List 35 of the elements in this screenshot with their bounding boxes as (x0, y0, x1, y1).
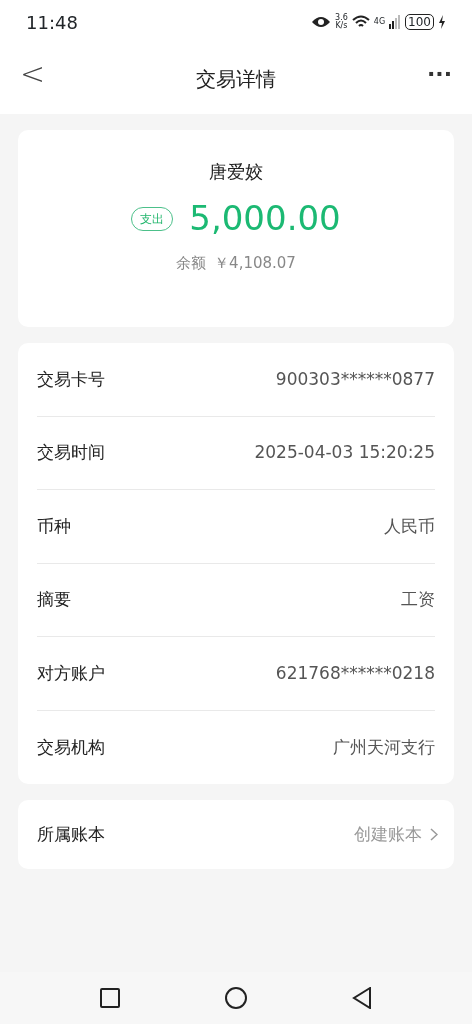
speed-unit: K/s (335, 22, 348, 30)
balance-value: ￥4,108.07 (214, 253, 296, 274)
square-icon[interactable] (100, 988, 121, 1008)
detail-value: 621768******0218 (275, 661, 435, 685)
detail-label: 摘要 (37, 588, 71, 611)
detail-value: 2025-04-03 15:20:25 (254, 441, 435, 464)
payee-name: 唐爱姣 (209, 160, 263, 184)
detail-value: 900303******0877 (275, 367, 435, 391)
detail-label: 交易时间 (37, 441, 105, 464)
detail-value: 广州天河支行 (333, 735, 435, 759)
detail-label: 对方账户 (37, 661, 105, 685)
chevron-right-icon (430, 828, 438, 841)
circle-icon[interactable] (225, 987, 247, 1009)
ledger-row[interactable]: 所属账本 创建账本 (18, 800, 454, 869)
ledger-value: 创建账本 (354, 822, 422, 846)
status-time: 11:48 (26, 10, 78, 35)
detail-label: 交易机构 (37, 735, 105, 759)
network-type: 4G (373, 15, 386, 28)
more-button[interactable]: ··· (420, 62, 458, 86)
network-speed: 3.6 (335, 14, 348, 22)
detail-value: 人民币 (384, 514, 435, 538)
back-button[interactable]: < (14, 58, 52, 90)
detail-label: 币种 (37, 514, 71, 538)
charging-icon (438, 15, 446, 29)
back-triangle-icon[interactable] (351, 987, 372, 1009)
wifi-icon (351, 15, 370, 29)
battery-level: 100 (405, 13, 434, 31)
signal-icon (389, 15, 402, 29)
page-title: 交易详情 (196, 66, 276, 93)
detail-value: 工资 (401, 588, 435, 611)
eye-icon (311, 15, 332, 29)
ledger-label: 所属账本 (37, 822, 105, 846)
balance-label: 余额 (176, 253, 207, 274)
detail-label: 交易卡号 (37, 367, 105, 391)
amount: 5,000.00 (189, 197, 341, 240)
